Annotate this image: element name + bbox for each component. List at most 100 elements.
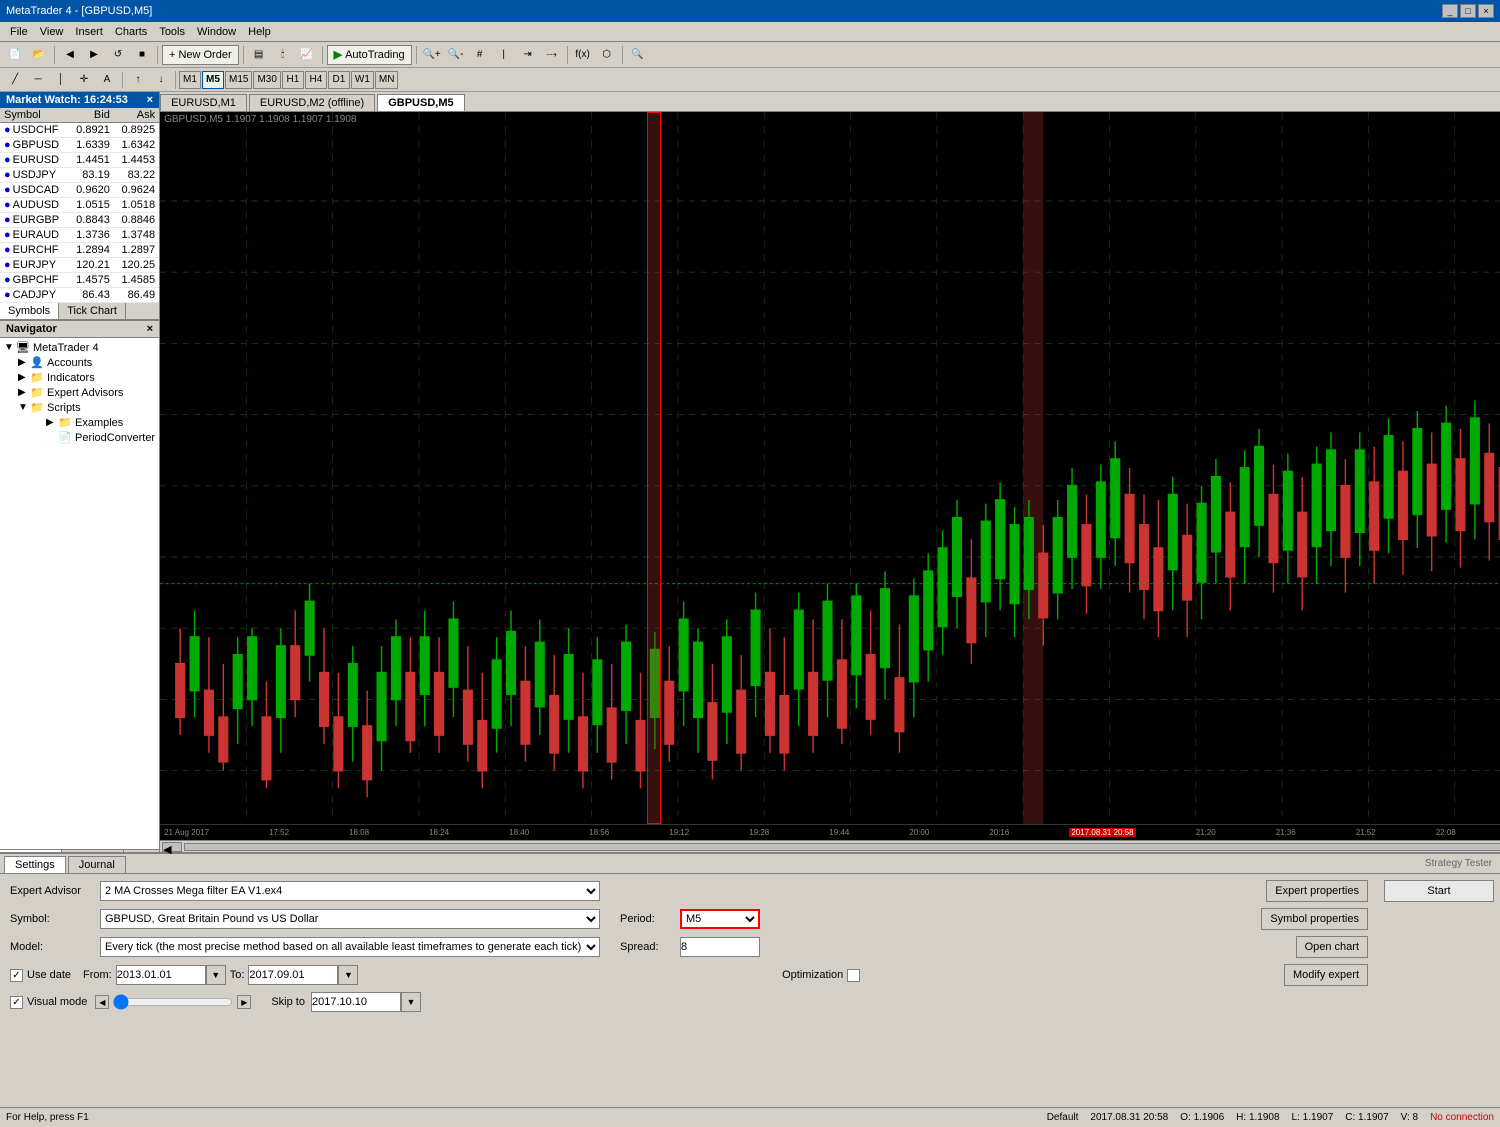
forward-btn[interactable]: ▶ xyxy=(83,45,105,65)
menu-window[interactable]: Window xyxy=(191,24,242,40)
period-select[interactable]: M5 xyxy=(680,909,760,929)
back-btn[interactable]: ◀ xyxy=(59,45,81,65)
scroll-end-btn[interactable]: ⇥ xyxy=(517,45,539,65)
menu-charts[interactable]: Charts xyxy=(109,24,153,40)
mw-tab-tick[interactable]: Tick Chart xyxy=(59,303,126,319)
zoom-out-btn[interactable]: 🔍- xyxy=(445,45,467,65)
navigator-close[interactable]: × xyxy=(147,323,153,335)
period-m5[interactable]: M5 xyxy=(202,71,224,89)
ea-select[interactable]: 2 MA Crosses Mega filter EA V1.ex4 xyxy=(100,881,600,901)
menu-view[interactable]: View xyxy=(34,24,70,40)
period-sep-btn[interactable]: | xyxy=(493,45,515,65)
symbol-properties-btn[interactable]: Symbol properties xyxy=(1261,908,1368,930)
chart-tab-eurusd-m2[interactable]: EURUSD,M2 (offline) xyxy=(249,94,375,111)
arrow-down-btn[interactable]: ↓ xyxy=(150,70,172,90)
modify-expert-btn[interactable]: Modify expert xyxy=(1284,964,1368,986)
autotrading-btn[interactable]: ▶ AutoTrading xyxy=(327,45,412,65)
chart-tab-eurusd-m1[interactable]: EURUSD,M1 xyxy=(160,94,247,111)
maximize-btn[interactable]: □ xyxy=(1460,4,1476,18)
table-row[interactable]: ●EURCHF 1.2894 1.2897 xyxy=(0,243,159,258)
period-h1[interactable]: H1 xyxy=(282,71,304,89)
objects-btn[interactable]: ⬡ xyxy=(596,45,618,65)
slider-right-btn[interactable]: ▶ xyxy=(237,995,251,1009)
hline-tool-btn[interactable]: ─ xyxy=(27,70,49,90)
tree-scripts[interactable]: ▼ 📁 Scripts xyxy=(14,400,159,415)
arrow-up-btn[interactable]: ↑ xyxy=(127,70,149,90)
new-order-btn[interactable]: + New Order xyxy=(162,45,239,65)
open-btn[interactable]: 📂 xyxy=(28,45,50,65)
tree-expert-advisors[interactable]: ▶ 📁 Expert Advisors xyxy=(14,385,159,400)
tab-journal[interactable]: Journal xyxy=(68,856,126,873)
start-btn[interactable]: Start xyxy=(1384,880,1494,902)
refresh-btn[interactable]: ↺ xyxy=(107,45,129,65)
period-m15[interactable]: M15 xyxy=(225,71,252,89)
nav-tab-common[interactable]: Common xyxy=(0,850,62,852)
grid-btn[interactable]: # xyxy=(469,45,491,65)
period-m30[interactable]: M30 xyxy=(253,71,280,89)
tab-settings[interactable]: Settings xyxy=(4,856,66,873)
period-m1[interactable]: M1 xyxy=(179,71,201,89)
chart-type-bar[interactable]: ▤ xyxy=(248,45,270,65)
period-mn[interactable]: MN xyxy=(375,71,399,89)
tree-examples[interactable]: ▶ 📁 Examples xyxy=(28,415,159,430)
to-calendar-btn[interactable]: ▼ xyxy=(338,965,358,985)
table-row[interactable]: ●GBPUSD 1.6339 1.6342 xyxy=(0,138,159,153)
table-row[interactable]: ●USDCAD 0.9620 0.9624 xyxy=(0,183,159,198)
use-date-checkbox[interactable] xyxy=(10,969,23,982)
zoom-in-btn[interactable]: 🔍+ xyxy=(421,45,443,65)
scroll-btn[interactable]: ⤏ xyxy=(541,45,563,65)
table-row[interactable]: ●EURAUD 1.3736 1.3748 xyxy=(0,228,159,243)
nav-tab-favorites[interactable]: Favorites xyxy=(62,850,124,852)
model-select[interactable]: Every tick (the most precise method base… xyxy=(100,937,600,957)
menu-file[interactable]: File xyxy=(4,24,34,40)
new-file-btn[interactable]: 📄 xyxy=(4,45,26,65)
minimize-btn[interactable]: _ xyxy=(1442,4,1458,18)
table-row[interactable]: ●USDCHF 0.8921 0.8925 xyxy=(0,123,159,138)
menu-insert[interactable]: Insert xyxy=(69,24,109,40)
to-date-input[interactable] xyxy=(248,965,338,985)
symbol-select[interactable]: GBPUSD, Great Britain Pound vs US Dollar xyxy=(100,909,600,929)
tree-period-converter[interactable]: 📄 PeriodConverter xyxy=(28,430,159,445)
slider-left-btn[interactable]: ◀ xyxy=(95,995,109,1009)
from-date-input[interactable] xyxy=(116,965,206,985)
table-row[interactable]: ●AUDUSD 1.0515 1.0518 xyxy=(0,198,159,213)
period-d1[interactable]: D1 xyxy=(328,71,350,89)
period-w1[interactable]: W1 xyxy=(351,71,374,89)
crosshair-btn[interactable]: ✛ xyxy=(73,70,95,90)
scrollbar-thumb[interactable] xyxy=(185,844,1500,850)
table-row[interactable]: ●EURJPY 120.21 120.25 xyxy=(0,258,159,273)
tree-accounts[interactable]: ▶ 👤 Accounts xyxy=(14,355,159,370)
chart-scrollbar[interactable]: ◀ ▶ xyxy=(160,840,1500,852)
table-row[interactable]: ●EURGBP 0.8843 0.8846 xyxy=(0,213,159,228)
table-row[interactable]: ●EURUSD 1.4451 1.4453 xyxy=(0,153,159,168)
chart-tab-gbpusd-m5[interactable]: GBPUSD,M5 xyxy=(377,94,464,111)
expert-properties-btn[interactable]: Expert properties xyxy=(1266,880,1368,902)
menu-help[interactable]: Help xyxy=(242,24,277,40)
speed-slider[interactable] xyxy=(113,995,233,1009)
scrollbar-left[interactable]: ◀ xyxy=(162,842,182,852)
skip-calendar-btn[interactable]: ▼ xyxy=(401,992,421,1012)
scrollbar-track[interactable] xyxy=(184,843,1500,851)
tree-indicators[interactable]: ▶ 📁 Indicators xyxy=(14,370,159,385)
menu-tools[interactable]: Tools xyxy=(153,24,191,40)
vline-tool-btn[interactable]: │ xyxy=(50,70,72,90)
spread-input[interactable] xyxy=(680,937,760,957)
mw-tab-symbols[interactable]: Symbols xyxy=(0,303,59,319)
text-btn[interactable]: A xyxy=(96,70,118,90)
stop-btn[interactable]: ■ xyxy=(131,45,153,65)
search-btn[interactable]: 🔍 xyxy=(627,45,649,65)
table-row[interactable]: ●GBPCHF 1.4575 1.4585 xyxy=(0,273,159,288)
open-chart-btn[interactable]: Open chart xyxy=(1296,936,1368,958)
table-row[interactable]: ●CADJPY 86.43 86.49 xyxy=(0,288,159,303)
table-row[interactable]: ●USDJPY 83.19 83.22 xyxy=(0,168,159,183)
chart-type-line[interactable]: 📈 xyxy=(296,45,318,65)
optimization-checkbox[interactable] xyxy=(847,969,860,982)
period-h4[interactable]: H4 xyxy=(305,71,327,89)
visual-mode-checkbox[interactable] xyxy=(10,996,23,1009)
indicator-btn[interactable]: f(x) xyxy=(572,45,594,65)
chart-type-candle[interactable]: 🕯 xyxy=(272,45,294,65)
skip-to-input[interactable] xyxy=(311,992,401,1012)
market-watch-close[interactable]: × xyxy=(147,94,153,106)
tree-root[interactable]: ▼ 🖥 MetaTrader 4 xyxy=(0,340,159,355)
chart-plot[interactable]: GBPUSD,M5 1.1907 1.1908 1.1907 1.1908 xyxy=(160,112,1500,824)
